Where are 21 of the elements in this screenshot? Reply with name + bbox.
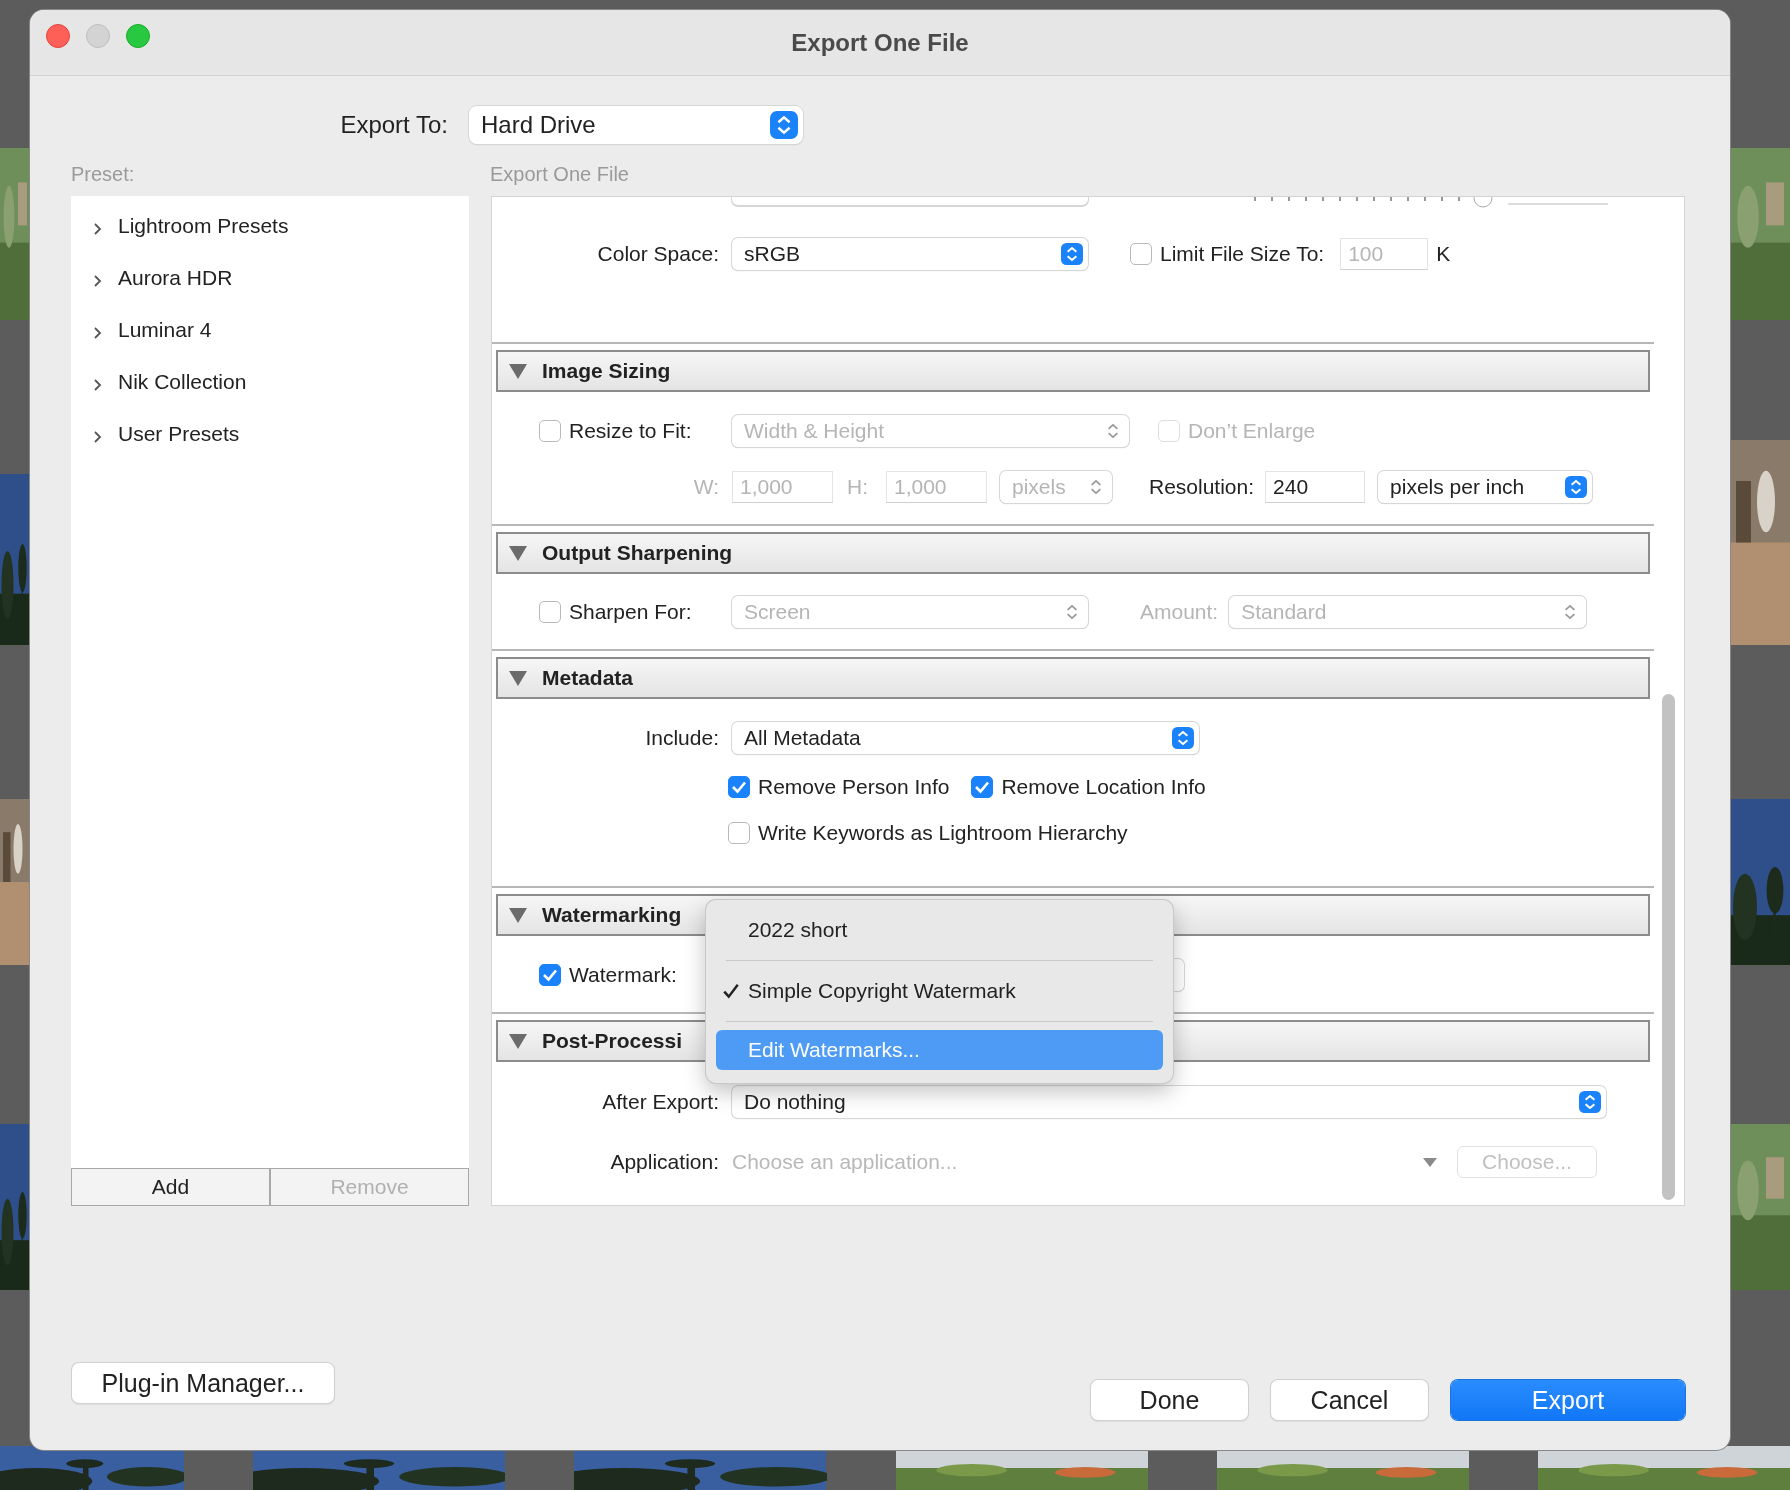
checkbox-label: Remove Location Info bbox=[1001, 775, 1206, 799]
window-title: Export One File bbox=[791, 28, 969, 57]
checkbox-label: Write Keywords as Lightroom Hierarchy bbox=[758, 821, 1128, 845]
field-label: Resolution: bbox=[1149, 475, 1255, 499]
checkbox-label: Limit File Size To: bbox=[1160, 242, 1325, 266]
checkbox-label: Don’t Enlarge bbox=[1188, 419, 1316, 443]
field-label: Include: bbox=[644, 726, 720, 750]
field-label: Application: bbox=[609, 1150, 720, 1174]
checkbox-label: Sharpen For: bbox=[569, 600, 692, 624]
field-label: W: bbox=[692, 475, 720, 499]
field-label: Export To: bbox=[339, 111, 449, 139]
field-label: H: bbox=[847, 475, 868, 499]
field-label: Amount: bbox=[1140, 600, 1219, 624]
preset-label: Preset: bbox=[71, 162, 136, 186]
settings-title: Export One File bbox=[490, 162, 629, 186]
checkbox-label: Watermark: bbox=[569, 963, 677, 987]
checkbox-label: Remove Person Info bbox=[758, 775, 950, 799]
unit-label: K bbox=[1436, 242, 1451, 266]
field-label: Color Space: bbox=[596, 242, 720, 266]
field-label: After Export: bbox=[601, 1090, 720, 1114]
checkbox-label: Resize to Fit: bbox=[569, 419, 692, 443]
